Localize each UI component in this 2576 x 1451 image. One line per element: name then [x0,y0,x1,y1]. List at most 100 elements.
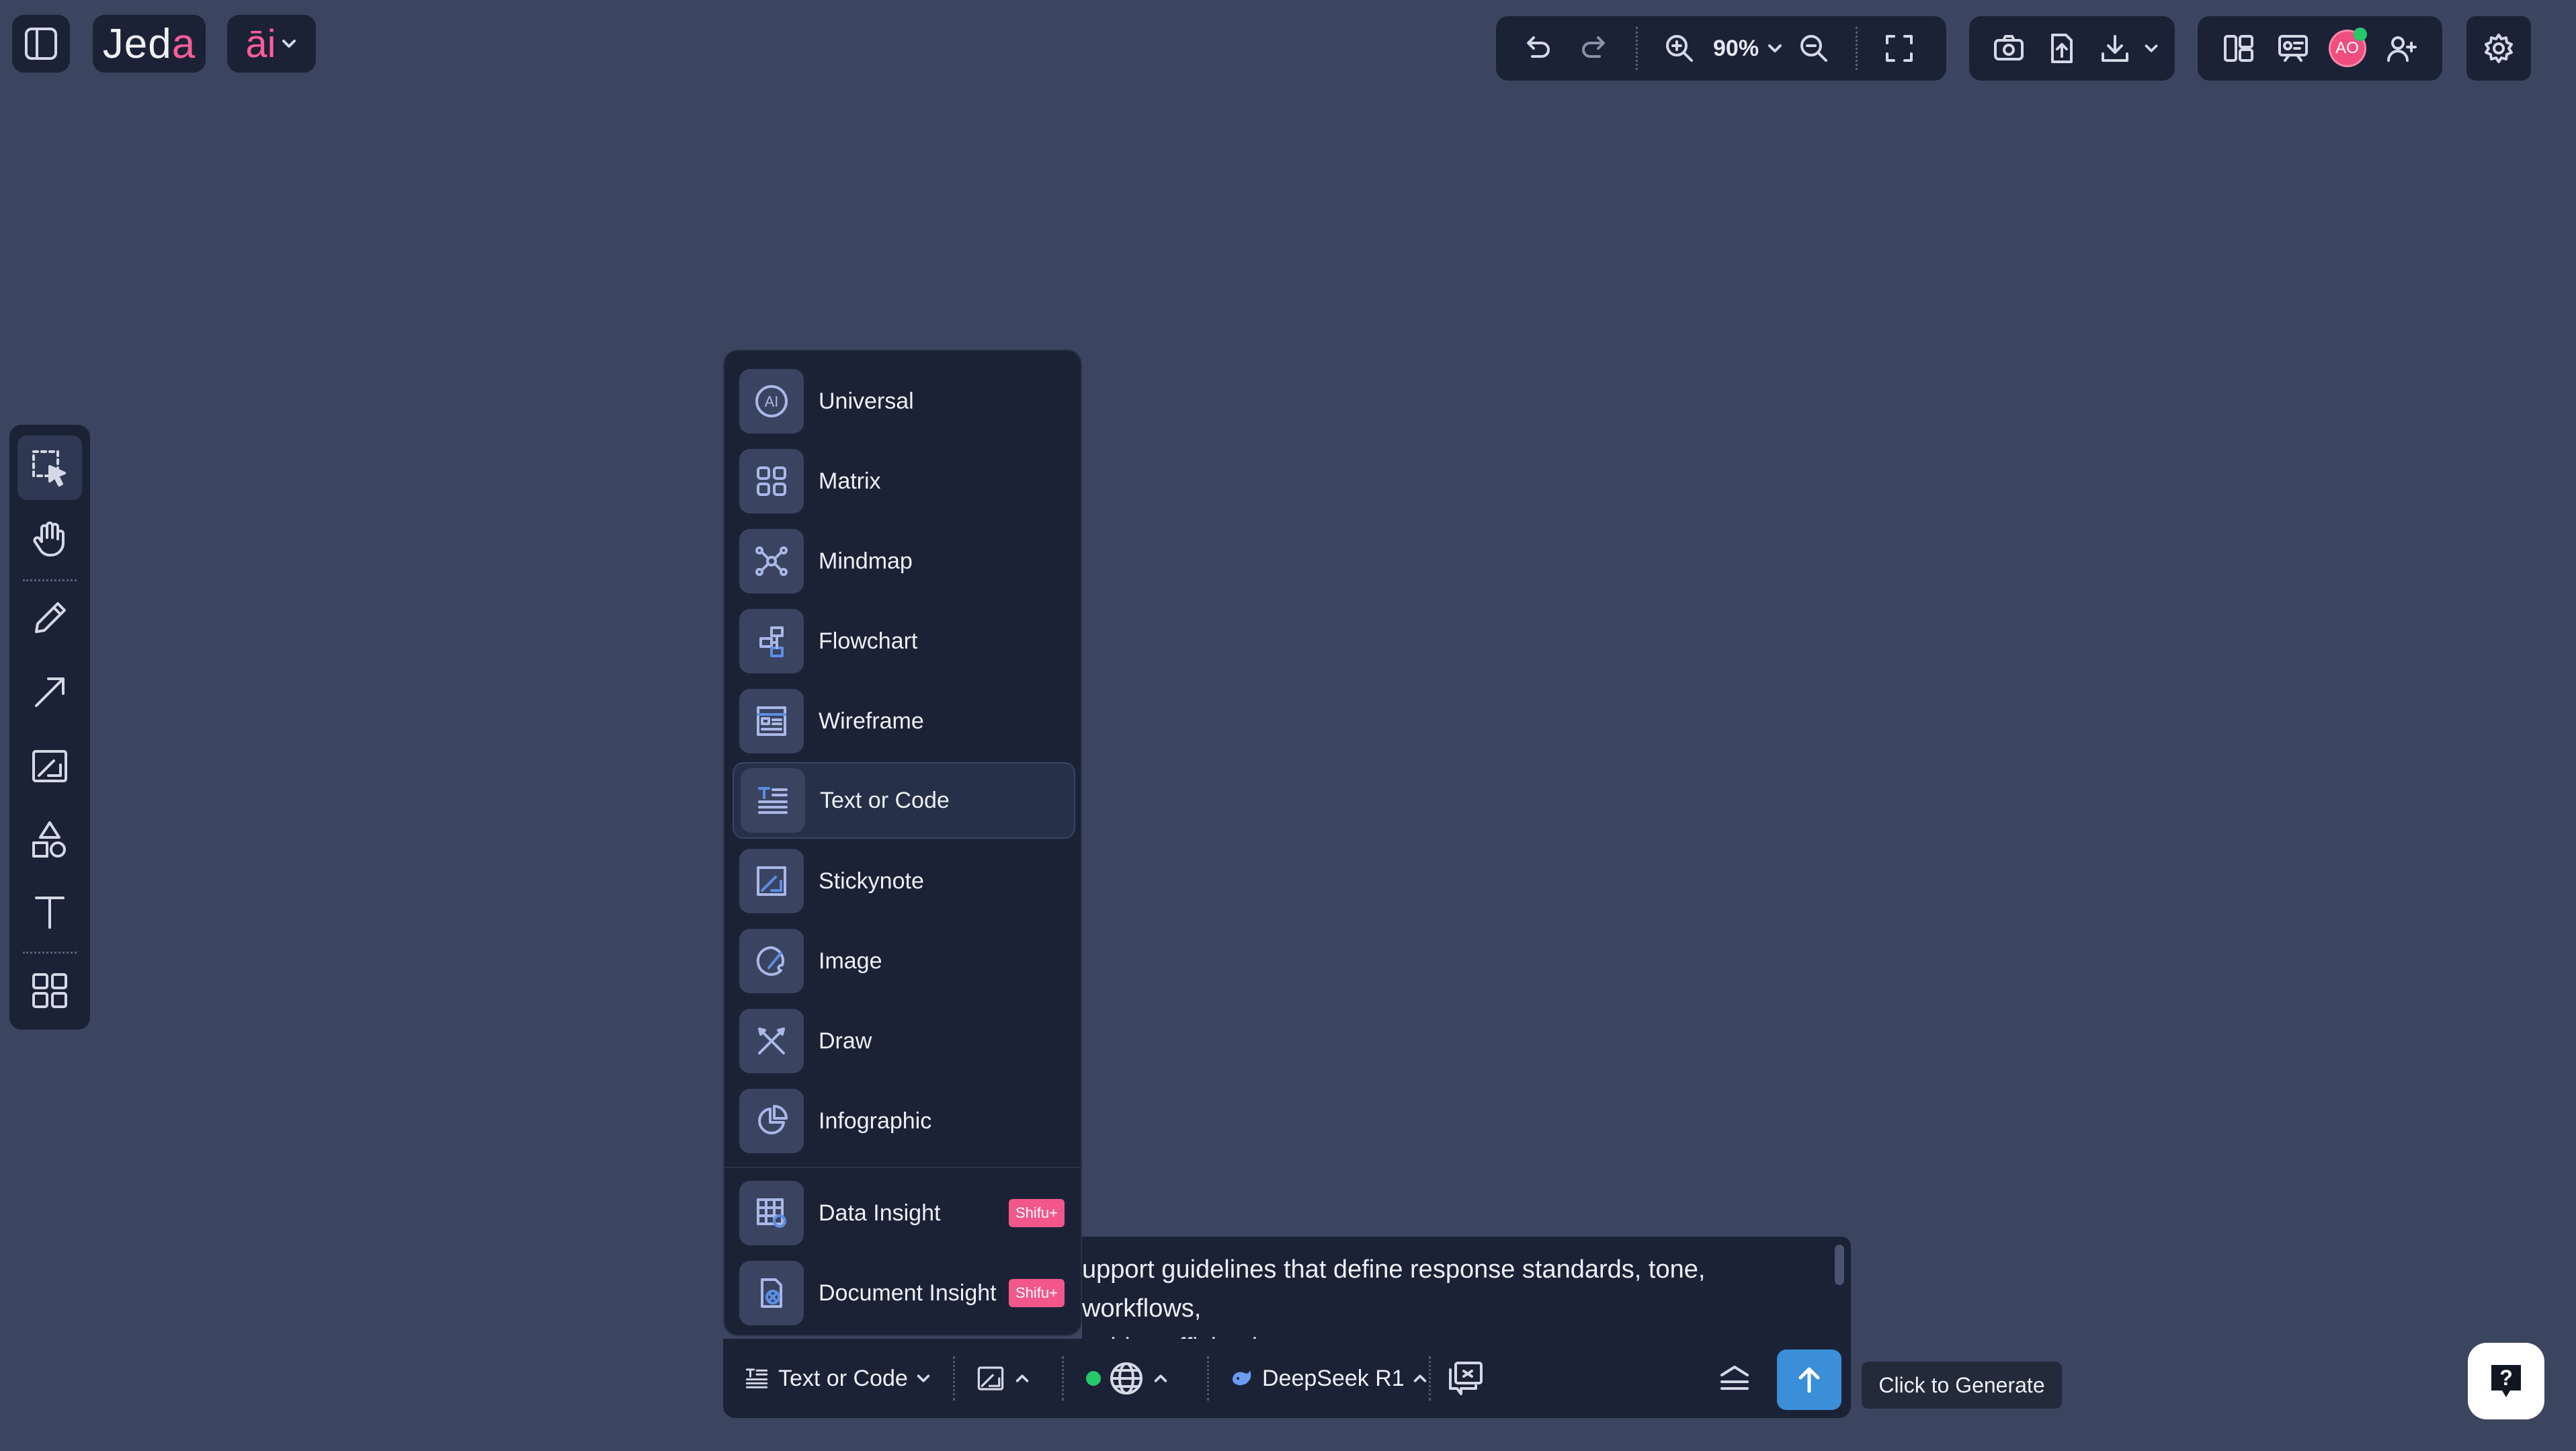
menu-item-universal[interactable]: AI Universal [733,363,1075,440]
menu-item-label: Draw [819,1028,872,1054]
web-search-toggle[interactable] [1086,1339,1169,1418]
prompt-bottom-bar: Text or Code DeepSeek R1 [723,1339,1851,1418]
stickynote-icon [739,849,804,913]
chevron-down-icon [917,1374,930,1382]
user-avatar[interactable]: AO [2321,22,2373,75]
upload-button[interactable] [2037,22,2087,75]
collaboration-toolbar: AO [2198,16,2442,81]
upload-icon [2050,34,2073,63]
text-code-icon [745,1368,768,1388]
premium-badge: Shifu+ [1009,1279,1065,1307]
zoom-out-button[interactable] [1787,22,1841,75]
layout-button[interactable] [2212,22,2264,75]
infographic-icon [739,1089,804,1153]
zoom-level[interactable]: 90% [1713,36,1759,62]
pencil-tool[interactable] [17,586,82,651]
output-type-selector[interactable] [974,1339,1031,1418]
arrow-tool[interactable] [17,660,82,724]
shapes-tool[interactable] [17,808,82,872]
menu-item-label: Image [819,948,882,974]
menu-item-data-insight[interactable]: Data Insight Shifu+ [733,1175,1075,1251]
invite-user-button[interactable] [2376,22,2427,75]
generate-tooltip: Click to Generate [1862,1362,2062,1409]
zoom-in-button[interactable] [1653,22,1706,75]
data-insight-icon [739,1181,804,1245]
menu-item-image[interactable]: Image [733,923,1075,999]
menu-item-text-or-code[interactable]: Text or Code [733,762,1075,839]
undo-icon [1527,36,1550,58]
prompt-text: upport guidelines that define response s… [1082,1255,1706,1339]
generate-button[interactable] [1777,1350,1841,1410]
chevron-down-icon[interactable] [2143,39,2160,58]
document-insight-icon [739,1261,804,1325]
app-logo[interactable]: Jed a [93,15,206,73]
chat-panel-button[interactable] [1446,1339,1485,1418]
svg-text:AI: AI [765,393,779,410]
export-toolbar [1969,16,2175,81]
model-selector[interactable]: DeepSeek R1 [1229,1339,1429,1418]
redo-button[interactable] [1567,22,1621,75]
ai-icon: AI [739,369,804,433]
chevron-down-icon [282,40,296,48]
chat-icon [1449,1362,1483,1395]
grid-icon [32,973,67,1008]
menu-item-document-insight[interactable]: Document Insight Shifu+ [733,1255,1075,1331]
arrow-icon [35,677,65,707]
menu-item-matrix[interactable]: Matrix [733,443,1075,520]
menu-item-label: Data Insight [819,1200,941,1226]
collapse-up-icon [1720,1366,1749,1390]
settings-button[interactable] [2466,16,2531,81]
sidebar-toggle-button[interactable] [12,15,70,73]
ai-label: āi [245,22,276,66]
mindmap-icon [739,529,804,593]
stickynote-tool[interactable] [17,734,82,798]
menu-item-stickynote[interactable]: Stickynote [733,843,1075,919]
help-button[interactable]: ? [2468,1343,2544,1419]
grid-icon [739,449,804,513]
history-zoom-toolbar: 90% [1496,16,1946,81]
logo-accent: a [171,20,196,67]
zoom-in-icon [1666,35,1693,62]
pan-tool[interactable] [17,507,82,571]
prompt-input[interactable]: upport guidelines that define response s… [1082,1237,1851,1339]
mode-selector[interactable]: Text or Code [742,1339,932,1418]
templates-tool[interactable] [17,958,82,1023]
layout-icon [2223,35,2253,62]
mode-selector-label: Text or Code [778,1365,908,1391]
menu-item-label: Text or Code [820,787,950,813]
avatar: AO [2328,28,2367,67]
flowchart-icon [739,609,804,673]
menu-item-flowchart[interactable]: Flowchart [733,603,1075,679]
undo-button[interactable] [1511,22,1565,75]
menu-item-label: Document Insight [819,1280,997,1306]
fullscreen-button[interactable] [1872,22,1926,75]
menu-item-label: Universal [819,388,914,414]
model-selector-label: DeepSeek R1 [1262,1365,1405,1391]
ai-menu-button[interactable]: āi [227,15,316,73]
prompt-scrollbar[interactable] [1835,1245,1844,1285]
menu-item-mindmap[interactable]: Mindmap [733,523,1075,599]
menu-item-wireframe[interactable]: Wireframe [733,683,1075,759]
select-tool[interactable] [17,436,82,500]
help-icon: ? [2491,1365,2521,1397]
camera-icon [1994,35,2024,60]
collapse-button[interactable] [1716,1339,1753,1418]
shapes-icon [32,821,66,858]
download-button[interactable] [2089,22,2140,75]
menu-item-label: Matrix [819,468,881,494]
menu-item-label: Wireframe [819,708,924,734]
menu-item-label: Mindmap [819,548,913,574]
screenshot-button[interactable] [1984,22,2034,75]
presentation-button[interactable] [2267,22,2319,75]
wireframe-icon [739,689,804,753]
stickynote-icon [32,750,67,782]
menu-item-draw[interactable]: Draw [733,1003,1075,1079]
chevron-down-icon[interactable] [1765,39,1784,58]
gear-icon [2485,34,2513,63]
fullscreen-icon [1886,35,1913,62]
online-status-dot [2353,28,2367,41]
image-icon [739,929,804,993]
menu-item-infographic[interactable]: Infographic [733,1083,1075,1159]
text-tool[interactable] [17,879,82,944]
chevron-up-icon [1154,1374,1167,1382]
